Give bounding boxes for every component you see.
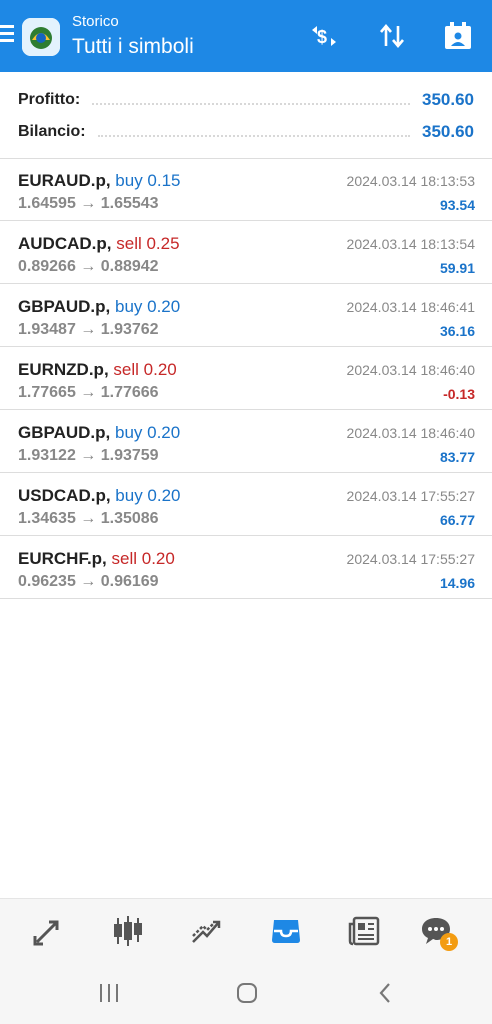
dotted-leader (92, 103, 410, 105)
deal-profit: 59.91 (439, 260, 475, 276)
deal-row[interactable]: EURAUD.p, buy 0.15 1.64595 → 1.65543 202… (0, 159, 492, 221)
sort-icon[interactable] (374, 18, 410, 54)
deal-time: 2024.03.14 18:13:54 (346, 236, 475, 252)
menu-icon[interactable] (0, 25, 14, 43)
quotes-icon[interactable] (28, 911, 68, 951)
header-title[interactable]: Tutti i simboli (72, 35, 194, 59)
news-icon[interactable] (344, 911, 384, 951)
deal-symbol: EURAUD.p, (18, 171, 111, 190)
deal-symbol: AUDCAD.p, (18, 234, 112, 253)
deal-prices: 1.93122 → 1.93759 (18, 447, 159, 464)
deal-prices: 1.93487 → 1.93762 (18, 321, 159, 338)
deal-time: 2024.03.14 18:46:41 (346, 299, 475, 315)
deal-prices: 1.77665 → 1.77666 (18, 384, 159, 401)
deal-time: 2024.03.14 17:55:27 (346, 488, 475, 504)
deal-symbol: GBPAUD.p, (18, 297, 111, 316)
svg-text:$: $ (317, 27, 327, 47)
calendar-icon[interactable] (440, 18, 476, 54)
deal-row[interactable]: USDCAD.p, buy 0.20 1.34635 → 1.35086 202… (0, 474, 492, 536)
deal-prices: 1.64595 → 1.65543 (18, 195, 159, 212)
deal-time: 2024.03.14 18:13:53 (346, 173, 475, 189)
system-navigation-bar (0, 962, 492, 1024)
deal-row[interactable]: GBPAUD.p, buy 0.20 1.93122 → 1.93759 202… (0, 411, 492, 473)
deal-side: buy 0.20 (115, 486, 181, 505)
deal-symbol: GBPAUD.p, (18, 423, 111, 442)
app-header: Storico Tutti i simboli $ (0, 0, 492, 72)
back-icon[interactable] (370, 980, 400, 1006)
deal-row[interactable]: AUDCAD.p, sell 0.25 0.89266 → 0.88942 20… (0, 222, 492, 284)
home-icon[interactable] (232, 980, 262, 1006)
chat-icon[interactable]: 1 (416, 911, 458, 951)
profit-value: 350.60 (422, 90, 474, 109)
balance-row: Bilancio: 350.60 (18, 117, 474, 147)
chat-badge: 1 (440, 933, 458, 951)
deal-row[interactable]: EURNZD.p, sell 0.20 1.77665 → 1.77666 20… (0, 348, 492, 410)
history-icon[interactable] (266, 911, 306, 951)
trade-icon[interactable] (186, 911, 226, 951)
deal-row[interactable]: EURCHF.p, sell 0.20 0.96235 → 0.96169 20… (0, 537, 492, 599)
profit-label: Profitto: (18, 91, 81, 108)
summary-panel: Profitto: 350.60 Bilancio: 350.60 (0, 72, 492, 159)
deal-side: buy 0.15 (115, 171, 181, 190)
recent-apps-icon[interactable] (94, 980, 124, 1006)
deal-profit: 83.77 (439, 449, 475, 465)
deal-side: sell 0.20 (113, 360, 177, 379)
balance-label: Bilancio: (18, 123, 86, 140)
deal-profit: 66.77 (439, 512, 475, 528)
deal-side: sell 0.20 (111, 549, 175, 568)
deal-prices: 1.34635 → 1.35086 (18, 510, 159, 527)
deal-symbol: EURCHF.p, (18, 549, 107, 568)
deal-side: buy 0.20 (114, 423, 181, 442)
deal-profit: 36.16 (439, 323, 475, 339)
deal-profit: 93.54 (439, 197, 475, 213)
deal-row[interactable]: GBPAUD.p, buy 0.20 1.93487 → 1.93762 202… (0, 285, 492, 347)
deal-profit: 14.96 (439, 575, 475, 591)
deal-time: 2024.03.14 17:55:27 (346, 551, 475, 567)
deal-prices: 0.89266 → 0.88942 (18, 258, 159, 275)
deal-side: sell 0.25 (116, 234, 180, 253)
profit-row: Profitto: 350.60 (18, 85, 474, 115)
currency-exchange-icon[interactable]: $ (306, 18, 342, 54)
deal-prices: 0.96235 → 0.96169 (18, 573, 159, 590)
deal-side: buy 0.20 (114, 297, 181, 316)
dotted-leader (97, 135, 410, 137)
deal-profit: -0.13 (443, 386, 475, 402)
deal-symbol: USDCAD.p, (18, 486, 111, 505)
balance-value: 350.60 (422, 122, 474, 141)
deal-time: 2024.03.14 18:46:40 (346, 425, 475, 441)
charts-icon[interactable] (108, 911, 148, 951)
app-logo-icon (22, 18, 60, 56)
deal-symbol: EURNZD.p, (18, 360, 109, 379)
header-subtitle: Storico (72, 13, 119, 30)
bottom-navigation: 1 (0, 898, 492, 963)
deal-time: 2024.03.14 18:46:40 (346, 362, 475, 378)
